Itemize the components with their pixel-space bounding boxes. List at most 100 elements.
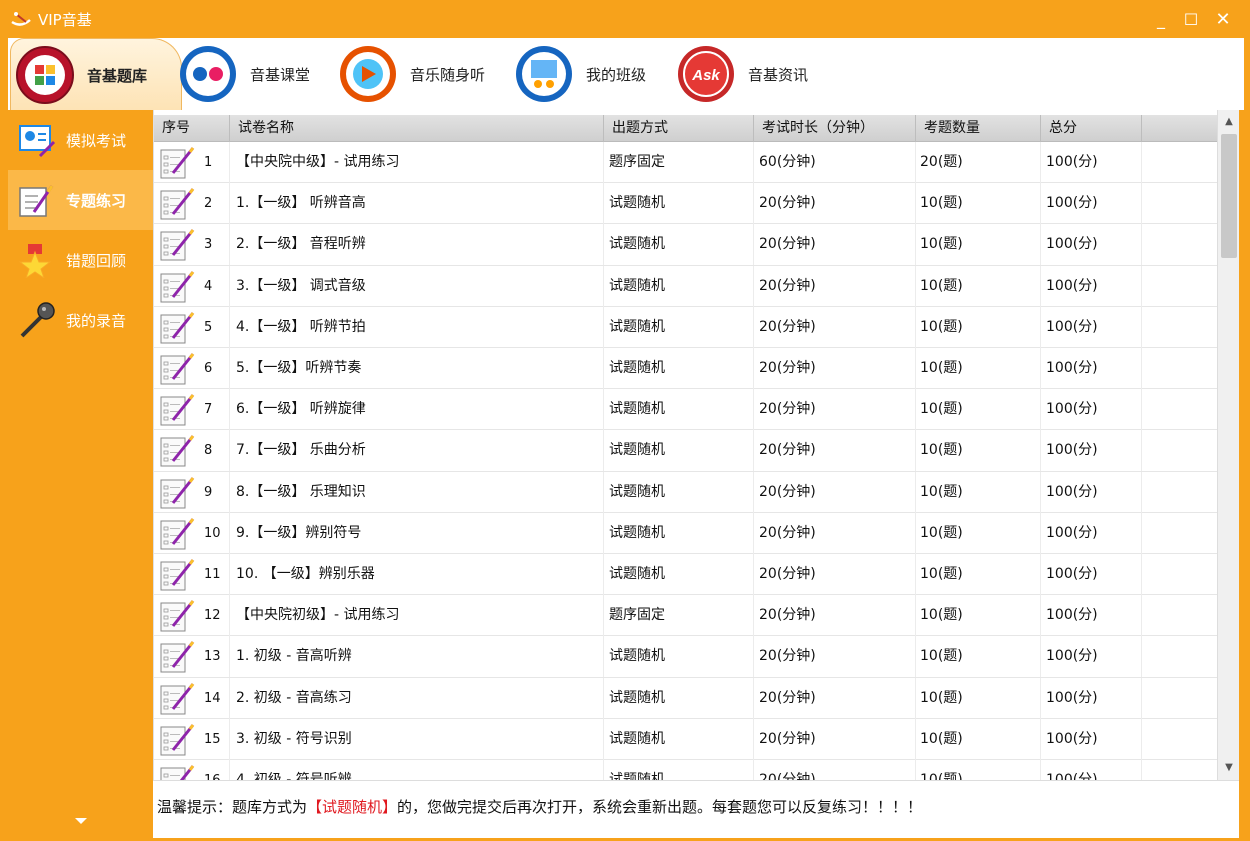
vertical-scrollbar[interactable]: ▲ ▼ bbox=[1217, 110, 1239, 780]
row-name: 4.【一级】 听辨节拍 bbox=[230, 306, 604, 348]
row-duration: 20(分钟) bbox=[754, 265, 916, 307]
nav-tab-my-class[interactable]: 我的班级 bbox=[510, 38, 660, 110]
row-name: 9.【一级】辨别符号 bbox=[230, 512, 604, 554]
row-total: 100(分) bbox=[1041, 142, 1142, 183]
row-mode: 题序固定 bbox=[604, 595, 754, 637]
row-mode: 试题随机 bbox=[604, 471, 754, 513]
edit-paper-icon bbox=[160, 229, 195, 261]
edit-paper-icon bbox=[160, 517, 195, 550]
svg-text:Ask: Ask bbox=[691, 67, 720, 84]
table-row[interactable]: 16 4. 初级 - 符号听辨试题随机20(分钟)10(题)100(分) bbox=[154, 760, 1217, 780]
row-total: 100(分) bbox=[1041, 471, 1142, 513]
row-total: 100(分) bbox=[1041, 265, 1142, 307]
title-bar: VIP音基 _ ☐ ✕ bbox=[0, 0, 1250, 38]
row-number: 6 bbox=[204, 361, 213, 376]
row-total: 100(分) bbox=[1041, 595, 1142, 637]
sidebar-scroll-down-icon[interactable] bbox=[74, 816, 88, 826]
table-row[interactable]: 6 5.【一级】听辨节奏 试题随机 20(分钟) 10(题) 100(分) bbox=[154, 348, 1217, 390]
row-total: 100(分) bbox=[1041, 389, 1142, 431]
row-duration: 20(分钟) bbox=[754, 471, 916, 513]
row-duration: 20(分钟) bbox=[754, 677, 916, 719]
nav-tab-news[interactable]: Ask 音基资讯 bbox=[672, 38, 822, 110]
row-count: 10(题) bbox=[916, 512, 1041, 554]
row-mode: 试题随机 bbox=[604, 760, 754, 780]
row-name: 10. 【一级】辨别乐器 bbox=[230, 554, 604, 595]
practice-icon bbox=[19, 185, 54, 217]
row-number: 3 bbox=[204, 237, 213, 253]
table-row[interactable]: 14 2. 初级 - 音高练习 试题随机 20(分钟) 10(题) 100(分) bbox=[154, 677, 1217, 719]
row-number: 8 bbox=[204, 443, 213, 459]
row-mode: 试题随机 bbox=[604, 389, 754, 431]
edit-paper-icon bbox=[160, 353, 195, 385]
row-total: 100(分) bbox=[1041, 554, 1142, 595]
row-count: 10(题) bbox=[916, 306, 1041, 348]
nav-tab-classroom[interactable]: 音基课堂 bbox=[174, 38, 324, 110]
sidebar-item-my-recordings[interactable]: 我的录音 bbox=[8, 290, 153, 350]
row-name: 2. 初级 - 音高练习 bbox=[230, 677, 604, 719]
nav-tab-question-bank[interactable]: 音基题库 bbox=[10, 38, 182, 110]
column-header-name: 试卷名称 bbox=[230, 115, 604, 142]
window-title: VIP音基 bbox=[38, 11, 92, 29]
table-row[interactable]: 13 1. 初级 - 音高听辨 试题随机 20(分钟) 10(题) 100(分) bbox=[154, 636, 1217, 678]
table-row[interactable]: 15 3. 初级 - 符号识别 试题随机 20(分钟) 10(题) 100(分) bbox=[154, 718, 1217, 760]
column-header-duration: 考试时长（分钟） bbox=[754, 115, 916, 142]
row-number-cell: 14 bbox=[154, 677, 230, 719]
music-player-icon bbox=[340, 46, 396, 102]
row-name: 4. 初级 - 符号听辨 bbox=[230, 760, 604, 780]
question-bank-table: 序号 试卷名称 出题方式 考试时长（分钟） 考题数量 总分 1 【中央院中级】- … bbox=[153, 110, 1239, 780]
row-name: 3.【一级】 调式音级 bbox=[230, 265, 604, 307]
sidebar-item-mock-exam[interactable]: 模拟考试 bbox=[8, 110, 153, 170]
edit-paper-icon bbox=[160, 723, 195, 756]
row-count: 10(题) bbox=[916, 389, 1041, 431]
edit-paper-icon bbox=[160, 765, 195, 780]
row-mode: 试题随机 bbox=[604, 183, 754, 225]
table-row[interactable]: 7 6.【一级】 听辨旋律 试题随机 20(分钟) 10(题) 100(分) bbox=[154, 389, 1217, 431]
row-number: 9 bbox=[204, 484, 213, 500]
row-number-cell: 12 bbox=[154, 595, 230, 637]
nav-tab-label: 我的班级 bbox=[586, 66, 647, 84]
table-row[interactable]: 4 3.【一级】 调式音级 试题随机 20(分钟) 10(题) 100(分) bbox=[154, 265, 1217, 307]
table-row[interactable]: 3 2.【一级】 音程听辨 试题随机 20(分钟) 10(题) 100(分) bbox=[154, 224, 1217, 266]
table-row[interactable]: 11 10. 【一级】辨别乐器 试题随机 20(分钟) 10(题) 100(分) bbox=[154, 554, 1217, 596]
edit-paper-icon bbox=[160, 682, 195, 715]
close-button[interactable]: ✕ bbox=[1210, 8, 1236, 32]
sidebar-item-wrong-review[interactable]: 错题回顾 bbox=[8, 230, 153, 290]
column-header-total: 总分 bbox=[1041, 115, 1142, 142]
row-mode: 试题随机 bbox=[604, 512, 754, 554]
row-count: 10(题) bbox=[916, 595, 1041, 637]
row-name: 1.【一级】 听辨音高 bbox=[230, 183, 604, 225]
table-row[interactable]: 9 8.【一级】 乐理知识 试题随机 20(分钟) 10(题) 100(分) bbox=[154, 471, 1217, 513]
table-row[interactable]: 10 9.【一级】辨别符号 试题随机 20(分钟) 10(题) 100(分) bbox=[154, 512, 1217, 554]
row-total: 100(分) bbox=[1041, 224, 1142, 266]
scroll-up-icon[interactable]: ▲ bbox=[1218, 112, 1239, 132]
sidebar-item-label: 模拟考试 bbox=[66, 132, 127, 150]
sidebar-item-label: 专题练习 bbox=[66, 192, 127, 210]
row-count: 10(题) bbox=[916, 760, 1041, 780]
nav-tab-music-player[interactable]: 音乐随身听 bbox=[334, 38, 494, 110]
table-row[interactable]: 5 4.【一级】 听辨节拍 试题随机 20(分钟) 10(题) 100(分) bbox=[154, 306, 1217, 348]
row-number-cell: 15 bbox=[154, 718, 230, 760]
sidebar-item-topic-practice[interactable]: 专题练习 bbox=[8, 170, 153, 230]
row-mode: 试题随机 bbox=[604, 636, 754, 678]
edit-paper-icon bbox=[160, 270, 195, 303]
scrollbar-thumb[interactable] bbox=[1221, 134, 1237, 258]
table-row[interactable]: 1 【中央院中级】- 试用练习 题序固定 60(分钟) 20(题) 100(分) bbox=[154, 142, 1217, 184]
row-duration: 20(分钟) bbox=[754, 636, 916, 678]
row-mode: 试题随机 bbox=[604, 224, 754, 266]
nav-tab-label: 音基课堂 bbox=[250, 66, 311, 84]
row-total: 100(分) bbox=[1041, 760, 1142, 780]
row-name: 3. 初级 - 符号识别 bbox=[230, 718, 604, 760]
table-row[interactable]: 12 【中央院初级】- 试用练习 题序固定 20(分钟) 10(题) 100(分) bbox=[154, 595, 1217, 637]
row-number: 14 bbox=[204, 690, 221, 706]
scroll-down-icon[interactable]: ▼ bbox=[1218, 758, 1239, 778]
hint-prefix: 温馨提示：题库方式为 bbox=[157, 798, 308, 816]
row-mode: 题序固定 bbox=[604, 142, 754, 183]
row-number-cell: 5 bbox=[154, 306, 230, 348]
row-total: 100(分) bbox=[1041, 348, 1142, 389]
maximize-button[interactable]: ☐ bbox=[1178, 8, 1204, 32]
minimize-button[interactable]: _ bbox=[1148, 8, 1174, 32]
row-total: 100(分) bbox=[1041, 512, 1142, 554]
table-row[interactable]: 8 7.【一级】 乐曲分析 试题随机 20(分钟) 10(题) 100(分) bbox=[154, 430, 1217, 472]
hint-suffix: 的，您做完提交后再次打开，系统会重新出题。每套题您可以反复练习！！！！ bbox=[397, 798, 923, 816]
table-row[interactable]: 2 1.【一级】 听辨音高 试题随机 20(分钟) 10(题) 100(分) bbox=[154, 183, 1217, 225]
